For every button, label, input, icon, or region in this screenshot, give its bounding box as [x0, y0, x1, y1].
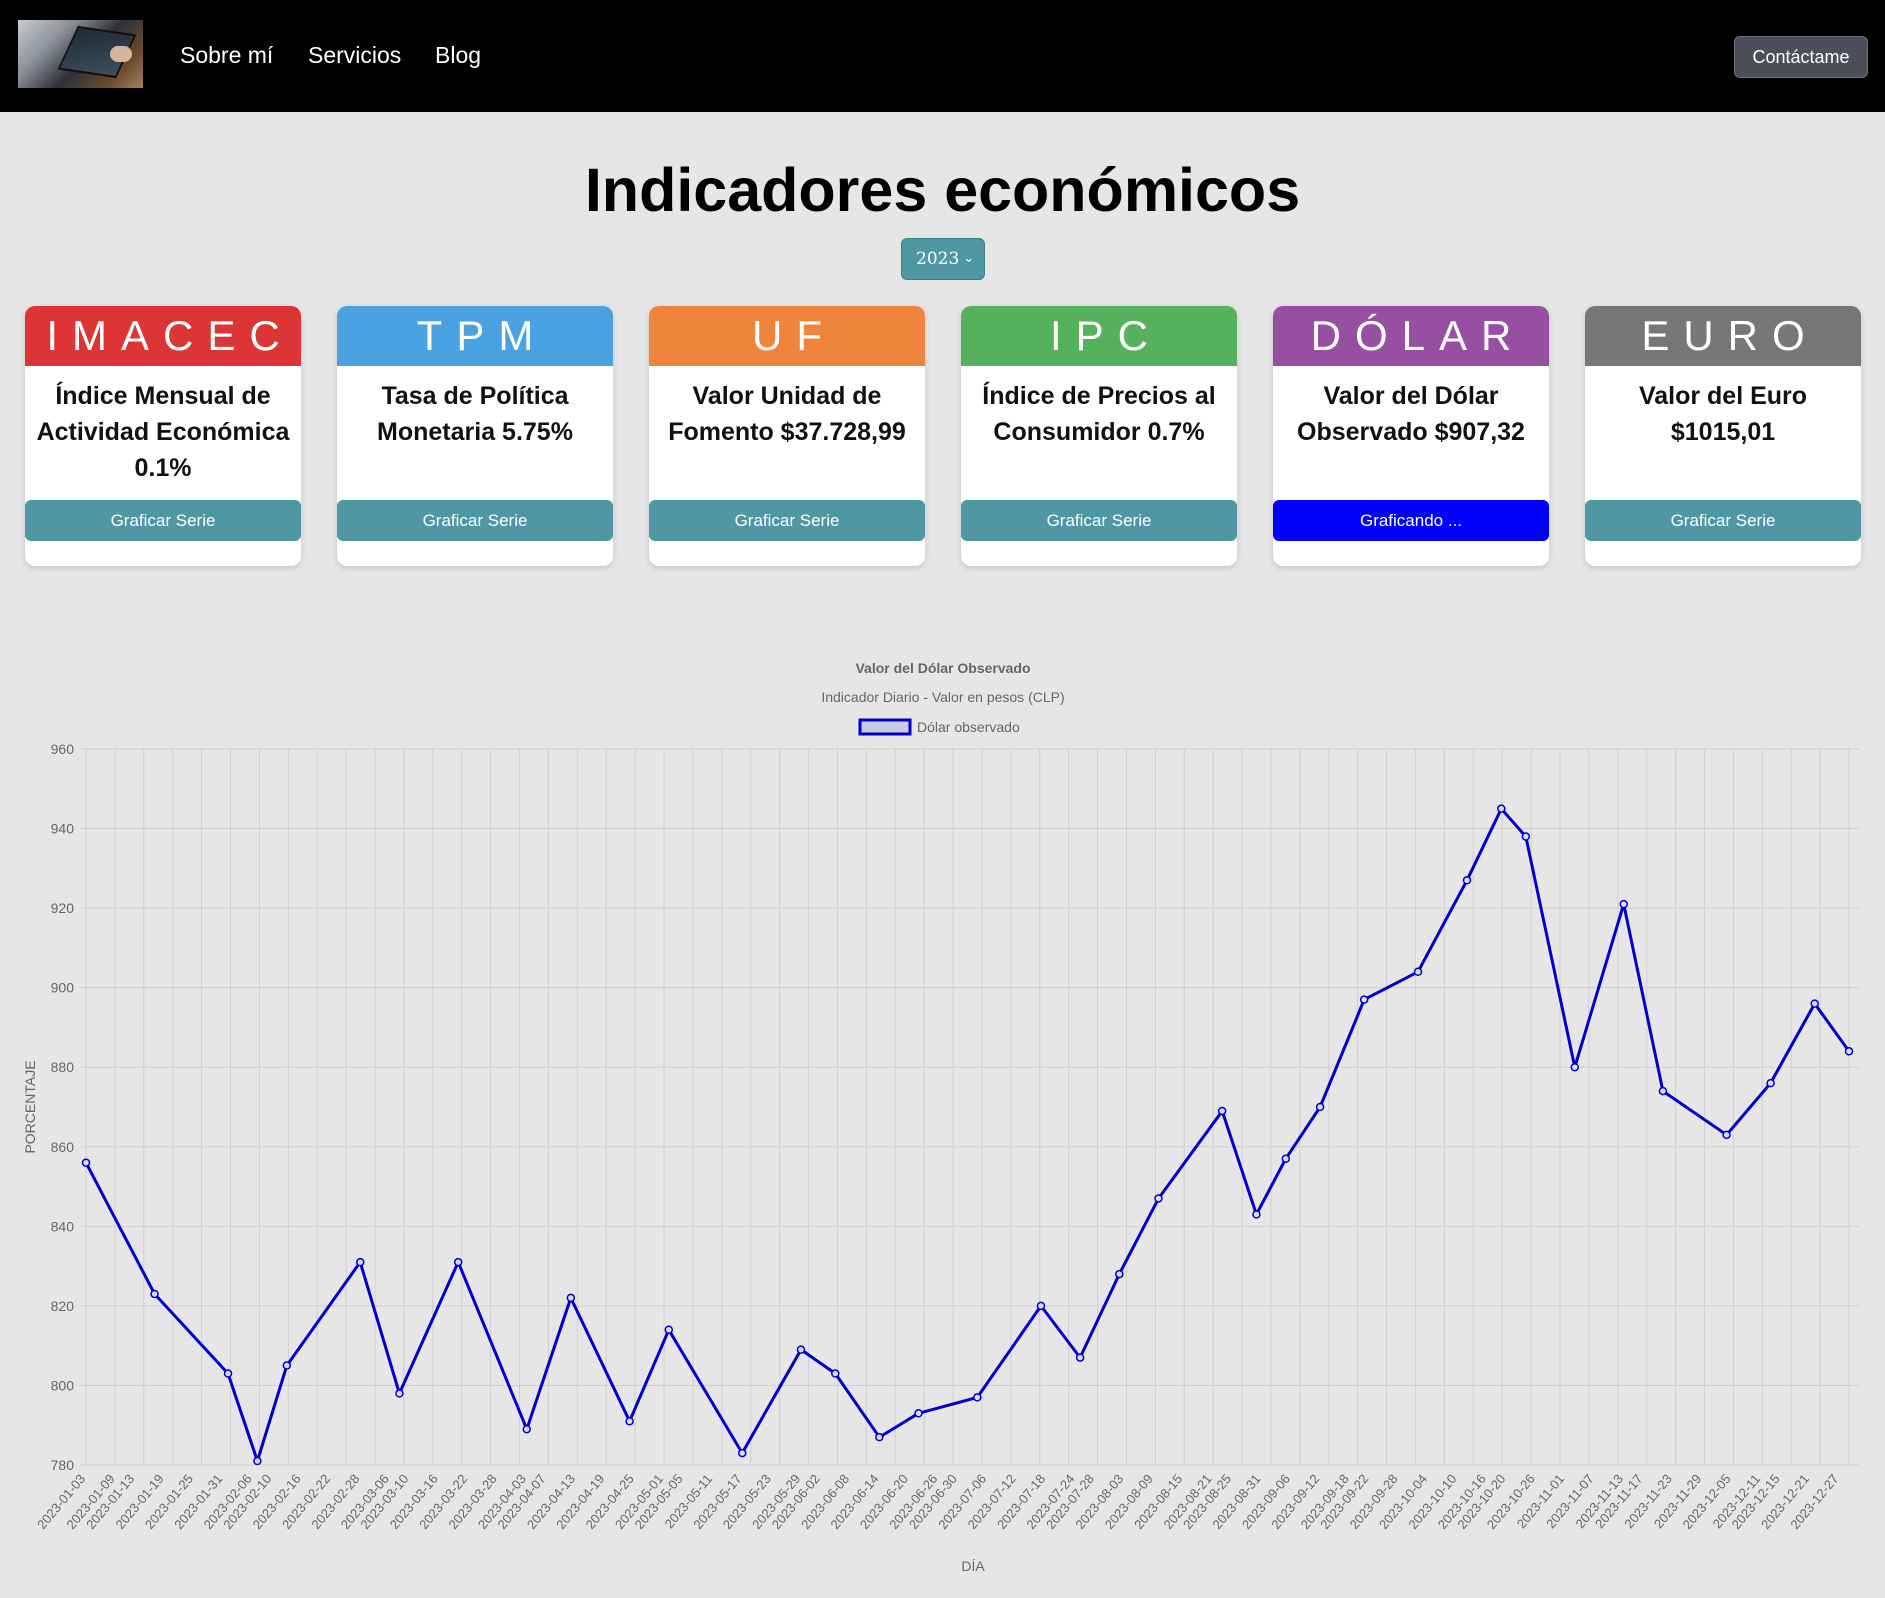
indicator-card-dolar: DÓLAR Valor del Dólar Observado $907,32 …	[1273, 306, 1549, 566]
data-point	[81, 1158, 91, 1167]
indicator-card-ipc: IPC Índice de Precios al Consumidor 0.7%…	[961, 306, 1237, 566]
y-axis-title: PORCENTAJE	[22, 1060, 38, 1153]
data-point	[1619, 899, 1628, 909]
data-point	[522, 1424, 531, 1434]
nav-link-servicios[interactable]: Servicios	[308, 42, 401, 69]
card-header: EURO	[1585, 306, 1861, 366]
legend-swatch	[858, 718, 912, 736]
data-point	[453, 1257, 463, 1267]
data-point	[914, 1409, 923, 1418]
indicator-card-tpm: TPM Tasa de Política Monetaria 5.75% Gra…	[337, 306, 613, 566]
y-tick-label: 940	[51, 821, 75, 837]
data-point	[1154, 1194, 1163, 1203]
y-tick-label: 920	[51, 900, 75, 916]
data-point	[1359, 995, 1369, 1004]
year-select-value: 2023	[916, 249, 960, 269]
hand-image	[110, 46, 132, 62]
card-description: Índice Mensual de Actividad Económica 0.…	[36, 382, 290, 482]
data-point	[1036, 1301, 1046, 1311]
y-tick-label: 780	[51, 1457, 75, 1473]
data-point	[282, 1361, 292, 1370]
y-tick-label: 880	[51, 1059, 75, 1075]
card-description: Valor del Euro $1015,01	[1638, 382, 1808, 446]
data-point	[1217, 1106, 1227, 1116]
data-point	[395, 1389, 404, 1398]
navbar: Sobre mí Servicios Blog Contáctame	[0, 0, 1885, 112]
indicator-card-imacec: IMACEC Índice Mensual de Actividad Econó…	[25, 306, 301, 566]
plot-series-button[interactable]: Graficar Serie	[1585, 500, 1861, 541]
card-description: Tasa de Política Monetaria 5.75%	[377, 382, 573, 446]
data-point	[1570, 1062, 1580, 1072]
card-header: UF	[649, 306, 925, 366]
chart-subtitle: Indicador Diario - Valor en pesos (CLP)	[821, 689, 1064, 705]
plot-series-button[interactable]: Graficar Serie	[25, 500, 301, 541]
series-line-dolar-observado	[84, 807, 1851, 1463]
logo[interactable]	[18, 20, 143, 88]
data-point	[1281, 1154, 1291, 1163]
indicator-card-uf: UF Valor Unidad de Fomento $37.728,99 Gr…	[649, 306, 925, 566]
card-header: TPM	[337, 306, 613, 366]
card-header: IMACEC	[25, 306, 301, 366]
data-point	[566, 1293, 576, 1303]
contact-button[interactable]: Contáctame	[1734, 36, 1868, 78]
chart-title: Valor del Dólar Observado	[855, 660, 1030, 676]
y-tick-label: 900	[51, 980, 75, 996]
data-point	[1115, 1269, 1124, 1279]
data-point	[875, 1432, 884, 1442]
plot-series-button[interactable]: Graficar Serie	[961, 500, 1237, 541]
x-axis-title: DÍA	[961, 1558, 985, 1574]
plot-series-button[interactable]: Graficando ...	[1273, 500, 1549, 541]
y-tick-label: 960	[51, 741, 75, 757]
data-point	[1521, 832, 1531, 841]
plot-series-button[interactable]: Graficar Serie	[649, 500, 925, 541]
data-point	[355, 1257, 365, 1267]
data-point	[1252, 1210, 1261, 1219]
page-title: Indicadores económicos	[584, 156, 1301, 224]
card-description: Índice de Precios al Consumidor 0.7%	[982, 382, 1216, 446]
data-point	[1075, 1353, 1085, 1362]
data-point	[1844, 1047, 1854, 1056]
data-point	[253, 1456, 262, 1466]
data-point	[737, 1448, 747, 1458]
data-point	[1315, 1102, 1325, 1112]
data-point	[973, 1393, 982, 1402]
data-point	[150, 1289, 159, 1299]
data-point	[1658, 1086, 1668, 1096]
data-point	[796, 1345, 806, 1354]
y-tick-label: 800	[51, 1377, 75, 1393]
data-point	[1722, 1130, 1731, 1140]
data-point	[831, 1369, 840, 1378]
y-tick-label: 820	[51, 1298, 75, 1314]
card-description: Valor del Dólar Observado $907,32	[1297, 382, 1525, 446]
year-select[interactable]: 2023 ⌄	[901, 238, 985, 280]
chevron-down-icon: ⌄	[963, 251, 974, 266]
card-header: IPC	[961, 306, 1237, 366]
plot-series-button[interactable]: Graficar Serie	[337, 500, 613, 541]
y-tick-label: 860	[51, 1139, 75, 1155]
data-point	[1810, 999, 1819, 1008]
legend-label: Dólar observado	[917, 719, 1020, 735]
nav-link-blog[interactable]: Blog	[435, 42, 481, 69]
data-point	[1462, 876, 1472, 885]
nav-link-sobre-mi[interactable]: Sobre mí	[180, 42, 273, 69]
card-description: Valor Unidad de Fomento $37.728,99	[668, 382, 906, 446]
data-point	[664, 1325, 674, 1335]
data-point	[1497, 804, 1506, 813]
data-point	[625, 1416, 634, 1426]
data-point	[223, 1369, 233, 1378]
indicator-card-euro: EURO Valor del Euro $1015,01 Graficar Se…	[1585, 306, 1861, 566]
data-point	[1766, 1078, 1775, 1088]
y-tick-label: 840	[51, 1218, 75, 1234]
line-chart: 780 800 820 840 860 880 900 920 940 960 Valor del …	[22, 660, 1859, 1574]
data-point	[1413, 967, 1423, 977]
card-header: DÓLAR	[1273, 306, 1549, 366]
